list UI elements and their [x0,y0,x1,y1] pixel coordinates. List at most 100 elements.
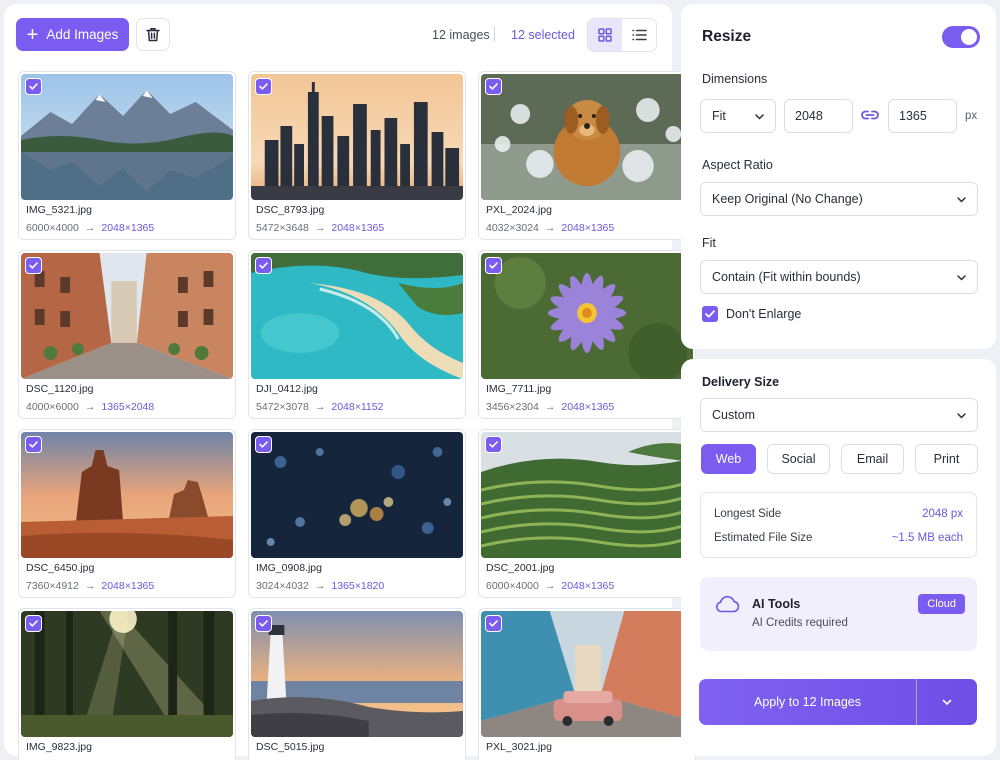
original-size: 7360×4912 [26,580,79,592]
image-card[interactable]: IMG_7711.jpg 3456×2304 → 2048×1365 [478,250,696,419]
aspect-ratio-select[interactable]: Keep Original (No Change) [700,182,978,216]
fit-mode-select[interactable]: Fit [700,99,776,133]
select-checkbox[interactable] [25,615,42,632]
arrow-right-icon: → [544,222,556,234]
checkmark-icon [489,262,498,269]
fit-select[interactable]: Contain (Fit within bounds) [700,260,978,294]
chevron-down-icon [755,114,764,120]
delivery-panel: Delivery Size Custom Web Social Email Pr… [681,359,996,756]
thumbnail-illustration [251,253,463,379]
image-thumbnail[interactable] [21,611,233,737]
image-card[interactable]: DSC_5015.jpg 5472×3648 → 2048×1365 [248,608,466,760]
image-card[interactable]: PXL_3021.jpg 4160×3120 → 2048×1365 [478,608,696,760]
select-checkbox[interactable] [255,436,272,453]
file-size-value: ~1.5 MB each [891,532,963,544]
image-thumbnail[interactable] [481,432,693,558]
dont-enlarge-row[interactable]: Don't Enlarge [702,306,801,322]
select-checkbox[interactable] [255,78,272,95]
thumbnail-illustration [481,432,693,558]
select-checkbox[interactable] [25,78,42,95]
add-images-label: Add Images [46,27,119,42]
grid-icon [598,28,612,42]
original-size: 6000×4000 [26,222,79,234]
arrow-right-icon: → [84,401,96,413]
select-checkbox[interactable] [485,615,502,632]
preset-print-button[interactable]: Print [915,444,978,474]
image-card[interactable]: IMG_9823.jpg 4896×3264 → 2048×1365 [18,608,236,760]
file-name: DSC_1120.jpg [26,383,94,395]
image-thumbnail[interactable] [21,253,233,379]
checkmark-icon [489,83,498,90]
image-card[interactable]: DSC_6450.jpg 7360×4912 → 2048×1365 [18,429,236,598]
original-size: 4000×6000 [26,401,79,413]
image-thumbnail[interactable] [251,253,463,379]
file-name: DSC_6450.jpg [26,562,95,574]
checkmark-icon [489,620,498,627]
preset-web-button[interactable]: Web [701,444,756,474]
delete-button[interactable] [136,18,170,51]
image-thumbnail[interactable] [251,432,463,558]
delivery-preset-select[interactable]: Custom [700,398,978,432]
dimensions-change: 7360×4912 → 2048×1365 [26,580,154,592]
file-size-row: Estimated File Size ~1.5 MB each [714,532,963,544]
original-size: 5472×3078 [256,401,309,413]
arrow-right-icon: → [84,222,96,234]
thumbnail-illustration [21,74,233,200]
resize-panel: Resize Dimensions Fit 2048 1365 px Aspec… [681,4,996,349]
select-checkbox[interactable] [485,436,502,453]
select-checkbox[interactable] [255,257,272,274]
image-card[interactable]: DSC_2001.jpg 6000×4000 → 2048×1365 [478,429,696,598]
image-thumbnail[interactable] [481,74,693,200]
image-card[interactable]: IMG_0908.jpg 3024×4032 → 1365×1820 [248,429,466,598]
height-input[interactable]: 1365 [888,99,957,133]
width-input[interactable]: 2048 [784,99,853,133]
image-thumbnail[interactable] [251,74,463,200]
toggle-knob [961,29,977,45]
ai-tools-subtitle: AI Credits required [752,617,848,629]
preset-email-button[interactable]: Email [841,444,904,474]
arrow-right-icon: → [84,580,96,592]
new-size: 1365×2048 [101,401,155,413]
image-card[interactable]: DSC_1120.jpg 4000×6000 → 1365×2048 [18,250,236,419]
cloud-badge: Cloud [918,594,965,614]
dimensions-change: 5472×3648 → 2048×1365 [256,222,384,234]
longest-side-row: Longest Side 2048 px [714,508,963,520]
library-toolbar: + Add Images 12 images 12 selected [16,18,660,52]
file-name: DSC_8793.jpg [256,204,325,216]
apply-options-button[interactable] [916,679,977,725]
image-card[interactable]: DSC_8793.jpg 5472×3648 → 2048×1365 [248,71,466,240]
image-thumbnail[interactable] [251,611,463,737]
new-size: 2048×1365 [101,222,155,234]
select-checkbox[interactable] [485,78,502,95]
image-card[interactable]: IMG_5321.jpg 6000×4000 → 2048×1365 [18,71,236,240]
grid-view-button[interactable] [588,19,622,51]
image-thumbnail[interactable] [21,432,233,558]
selected-count[interactable]: 12 selected [511,28,575,42]
preset-social-button[interactable]: Social [767,444,830,474]
link-icon[interactable] [860,108,880,122]
original-size: 4032×3024 [486,222,539,234]
select-checkbox[interactable] [25,257,42,274]
dont-enlarge-checkbox[interactable] [702,306,718,322]
ai-tools-card[interactable]: AI Tools AI Credits required Cloud [700,577,977,651]
list-view-button[interactable] [622,19,656,51]
image-thumbnail[interactable] [21,74,233,200]
select-checkbox[interactable] [25,436,42,453]
resize-toggle[interactable] [942,26,980,48]
image-thumbnail[interactable] [481,253,693,379]
delivery-preset-value: Custom [712,408,756,422]
select-checkbox[interactable] [485,257,502,274]
select-checkbox[interactable] [255,615,272,632]
dimensions-change: 6000×4000 → 2048×1365 [26,222,154,234]
apply-button[interactable]: Apply to 12 Images [699,679,916,725]
image-count: 12 images [432,28,490,42]
add-images-button[interactable]: + Add Images [16,18,129,51]
dimensions-label: Dimensions [702,72,768,86]
new-size: 2048×1365 [561,401,615,413]
image-card[interactable]: PXL_2024.jpg 4032×3024 → 2048×1365 [478,71,696,240]
checkmark-icon [259,620,268,627]
image-thumbnail[interactable] [481,611,693,737]
fit-mode-value: Fit [712,109,726,123]
image-card[interactable]: DJI_0412.jpg 5472×3078 → 2048×1152 [248,250,466,419]
file-size-label: Estimated File Size [714,532,813,544]
